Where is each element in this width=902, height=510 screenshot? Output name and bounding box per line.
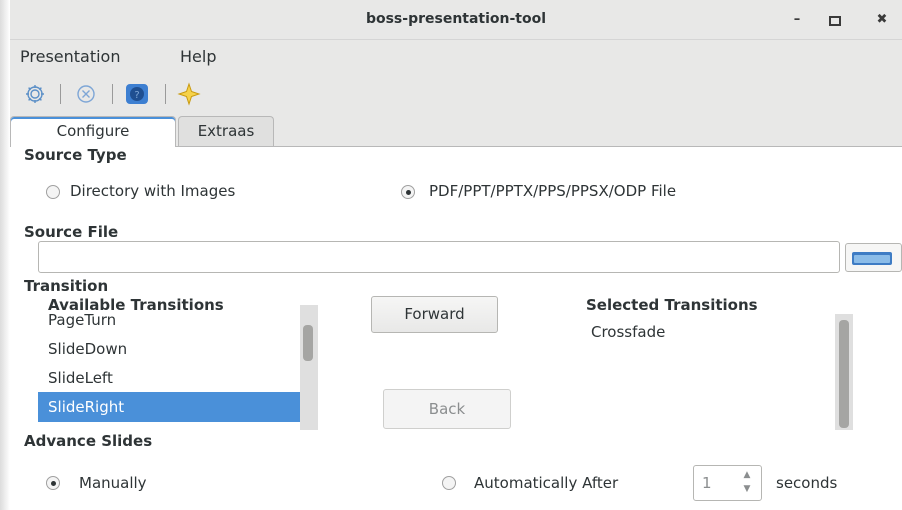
title-bar[interactable]: boss-presentation-tool – ✖: [10, 0, 902, 40]
source-file-heading: Source File: [24, 223, 119, 241]
advance-slides-heading: Advance Slides: [24, 432, 153, 450]
source-file-input[interactable]: [38, 241, 840, 273]
star-button[interactable]: [176, 81, 202, 107]
star-icon: [177, 82, 201, 106]
toolbar-separator: [112, 84, 113, 104]
spin-down-icon[interactable]: ▼: [740, 484, 754, 497]
list-item[interactable]: Crossfade: [583, 317, 858, 347]
browse-button[interactable]: [845, 243, 902, 272]
menu-bar: Presentation Help: [10, 40, 902, 74]
available-transitions-heading: Available Transitions: [48, 296, 224, 314]
radio-selected-dot: [406, 190, 411, 195]
menu-presentation[interactable]: Presentation: [20, 40, 120, 74]
maximize-icon: [829, 16, 841, 26]
available-transitions-list[interactable]: PageTurn SlideDown SlideLeft SlideRight: [38, 305, 318, 430]
configure-button[interactable]: [22, 81, 48, 107]
forward-button[interactable]: Forward: [371, 296, 498, 333]
radio-automatically-label[interactable]: Automatically After: [474, 474, 618, 492]
back-button[interactable]: Back: [383, 389, 511, 429]
toolbar: ?: [10, 74, 902, 114]
seconds-spinner[interactable]: 1 ▲ ▼: [693, 465, 762, 501]
folder-icon: [852, 252, 892, 265]
help-icon: ?: [126, 84, 148, 104]
available-scrollbar[interactable]: [300, 305, 318, 430]
available-scroll-thumb[interactable]: [303, 325, 313, 361]
radio-directory-label[interactable]: Directory with Images: [70, 182, 235, 200]
radio-manually-label[interactable]: Manually: [79, 474, 147, 492]
tab-configure[interactable]: Configure: [10, 116, 176, 147]
seconds-label: seconds: [776, 474, 838, 492]
radio-selected-dot: [51, 481, 56, 486]
selected-scrollbar[interactable]: [835, 314, 853, 430]
selected-transitions-heading: Selected Transitions: [586, 296, 758, 314]
cancel-icon: [77, 85, 95, 103]
toolbar-separator: [165, 84, 166, 104]
svg-text:?: ?: [134, 90, 139, 101]
menu-help[interactable]: Help: [180, 40, 216, 74]
list-item[interactable]: SlideLeft: [38, 363, 318, 393]
transition-heading: Transition: [24, 277, 109, 295]
list-item-selected[interactable]: SlideRight: [38, 392, 318, 422]
tab-extras[interactable]: Extraas: [178, 116, 274, 146]
radio-directory[interactable]: [46, 185, 60, 199]
selected-scroll-thumb[interactable]: [839, 320, 849, 428]
help-button[interactable]: ?: [124, 81, 150, 107]
list-item[interactable]: SlideDown: [38, 334, 318, 364]
close-button[interactable]: ✖: [870, 8, 894, 32]
radio-manually[interactable]: [46, 476, 60, 490]
gear-icon: [26, 85, 44, 103]
window-title: boss-presentation-tool: [365, 11, 547, 27]
seconds-value[interactable]: 1: [702, 474, 712, 492]
window-shadow: [0, 0, 10, 510]
toolbar-separator: [60, 84, 61, 104]
cancel-button[interactable]: [73, 81, 99, 107]
radio-file[interactable]: [401, 185, 415, 199]
selected-transitions-list[interactable]: Crossfade: [583, 314, 858, 430]
radio-file-label[interactable]: PDF/PPT/PPTX/PPS/PPSX/ODP File: [429, 182, 676, 200]
minimize-button[interactable]: –: [785, 8, 809, 32]
radio-automatically[interactable]: [442, 476, 456, 490]
maximize-button[interactable]: [823, 8, 847, 32]
spin-up-icon[interactable]: ▲: [740, 470, 754, 483]
source-type-heading: Source Type: [24, 146, 127, 164]
